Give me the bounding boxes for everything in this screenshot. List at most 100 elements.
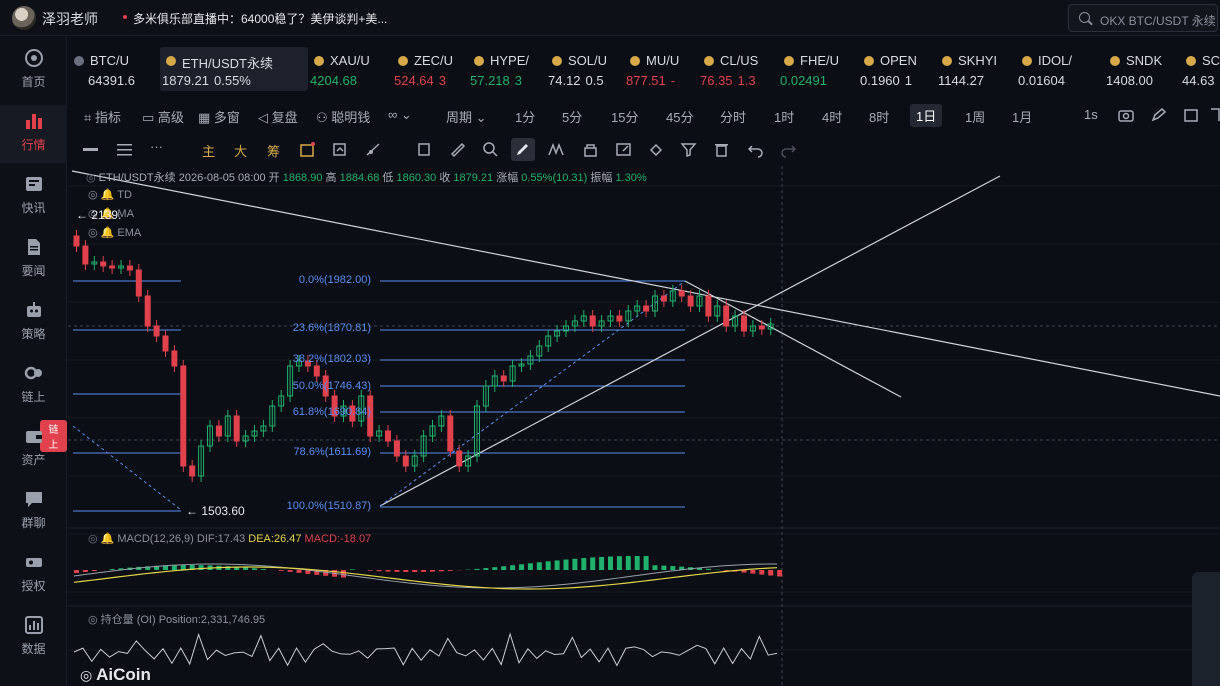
interval-button[interactable]: 1月 <box>1012 107 1032 126</box>
nav-item-headlines[interactable]: 要闻 <box>0 231 67 289</box>
ticker-item[interactable]: BTC/U 64391.6 <box>68 47 156 91</box>
filter-icon[interactable] <box>680 141 697 158</box>
candle <box>189 465 196 477</box>
interval-button[interactable]: 45分 <box>666 107 693 126</box>
eye-icon[interactable]: ◎ <box>86 172 99 184</box>
ticker-item[interactable]: SOL/U 74.12 0.5 <box>546 47 622 91</box>
interval-button[interactable]: 1日 <box>910 104 943 127</box>
brush-icon[interactable] <box>511 138 535 161</box>
indicator-ema[interactable]: ◎ 🔔 EMA <box>88 226 141 239</box>
macd-bar <box>74 570 79 573</box>
news-ticker[interactable]: 多米俱乐部直播中：64000稳了？美伊谈判+美... <box>133 10 387 27</box>
advanced-button[interactable]: ▭ 高级 <box>142 107 184 126</box>
link-icon[interactable] <box>648 141 665 158</box>
interval-button[interactable]: 分时 <box>720 107 746 126</box>
draw-line-icon[interactable] <box>82 141 99 158</box>
macd-legend: ◎ 🔔 MACD(12,26,9) DIF:17.43 DEA:26.47 MA… <box>88 533 372 545</box>
period-dropdown[interactable]: 周期 ⌄ <box>446 107 487 126</box>
ticker-item[interactable]: SC 44.63 <box>1180 47 1220 91</box>
ticker-item[interactable]: SKHYI 1144.27 <box>936 47 1014 91</box>
interval-button[interactable]: 1时 <box>774 107 794 126</box>
infinity-icon[interactable]: ∞ ⌄ <box>388 107 412 123</box>
multiwindow-button[interactable]: ▦ 多窗 <box>198 107 240 126</box>
big-button[interactable]: 大 <box>234 141 247 160</box>
market-chart-icon <box>26 114 42 129</box>
indicators-button[interactable]: ⌗ 指标 <box>84 107 121 126</box>
ticker-price-value: 877.51 <box>626 73 666 88</box>
undo-icon[interactable] <box>747 141 764 158</box>
nav-item-groupchat[interactable]: 群聊 <box>0 483 67 541</box>
nav-item-authorize[interactable]: 授权 <box>0 546 67 604</box>
trend-tool-icon[interactable] <box>365 141 382 158</box>
candle <box>616 315 623 322</box>
more-icon[interactable]: ··· <box>150 139 163 154</box>
nav-label: 要闻 <box>21 264 46 278</box>
search-input[interactable]: OKX BTC/USDT 永续 <box>1100 12 1216 29</box>
refresh-rate[interactable]: 1s <box>1084 107 1098 122</box>
menu-icon[interactable] <box>116 141 133 158</box>
interval-button[interactable]: 1周 <box>965 107 985 126</box>
high-marker: ← 2139. <box>76 208 122 222</box>
candle <box>741 315 747 332</box>
ticker-item[interactable]: CL/US 76.35 1.3 <box>698 47 776 91</box>
ticker-price: 0.1960 1 <box>860 73 912 88</box>
candle <box>705 295 712 317</box>
ticker-item[interactable]: SNDK 1408.00 <box>1104 47 1178 91</box>
ticker-item[interactable]: MU/U 877.51- <box>624 47 696 91</box>
ticker-item[interactable]: HYPE/57.218 3 <box>468 47 544 91</box>
chips-button[interactable]: 筹 <box>267 141 280 160</box>
main-button[interactable]: 主 <box>202 141 215 160</box>
redo-icon[interactable] <box>780 141 797 158</box>
ticker-name: MU/U <box>646 53 680 68</box>
side-float-panel[interactable] <box>1192 572 1220 686</box>
note-icon[interactable] <box>615 141 632 158</box>
fib-level-label: 61.8%(1690.84) <box>292 406 371 418</box>
coin-icon <box>74 56 84 66</box>
ruler-icon[interactable] <box>449 141 466 158</box>
visibility-icon[interactable]: ◎ <box>88 614 101 626</box>
sync-icon[interactable] <box>331 141 348 158</box>
coin-icon <box>1022 56 1032 66</box>
ticker-item[interactable]: OPEN 0.1960 1 <box>858 47 934 91</box>
camera-icon[interactable] <box>1118 108 1134 122</box>
indicator-td[interactable]: ◎ 🔔 TD <box>88 188 132 201</box>
candle <box>589 315 596 327</box>
pencil-icon[interactable] <box>1151 108 1167 122</box>
ticker-item[interactable]: ZEC/U 524.64 3 <box>392 47 466 91</box>
smart-money-button[interactable]: ⚇ 聪明钱 <box>316 107 370 126</box>
username[interactable]: 泽羽老师 <box>42 9 98 29</box>
ticker-name: SNDK <box>1126 53 1163 68</box>
fullscreen-icon[interactable] <box>1210 108 1220 122</box>
nav-item-flash[interactable]: 快讯 <box>0 168 67 226</box>
lock-icon[interactable] <box>582 141 599 158</box>
interval-button[interactable]: 15分 <box>611 107 638 126</box>
nav-item-assets[interactable]: 链上 资产 <box>0 420 67 478</box>
ticker-item[interactable]: ETH/USDT永续 1879.21 0.55% <box>160 47 308 91</box>
avatar[interactable] <box>12 6 36 30</box>
popout-icon[interactable] <box>1184 108 1200 122</box>
ticker-item[interactable]: FHE/U 0.02491 <box>778 47 856 91</box>
coin-icon <box>864 56 874 66</box>
interval-button[interactable]: 1分 <box>515 107 535 126</box>
macd-bar <box>109 569 115 570</box>
interval-button[interactable]: 5分 <box>562 107 582 126</box>
copy-icon[interactable] <box>416 141 433 158</box>
edit-chart-icon[interactable] <box>299 141 316 158</box>
nav-item-onchain[interactable]: 链上 <box>0 357 67 415</box>
ticker-item[interactable]: IDOL/0.01604 <box>1016 47 1102 91</box>
visibility-icon[interactable]: ◎ 🔔 <box>88 533 114 545</box>
nav-item-data[interactable]: 数据 <box>0 609 67 667</box>
nav-label: 首页 <box>21 75 46 89</box>
search-box[interactable]: OKX BTC/USDT 永续 <box>1068 4 1218 32</box>
trash-icon[interactable] <box>713 141 730 158</box>
nav-item-strategy[interactable]: 策略 <box>0 294 67 352</box>
interval-button[interactable]: 8时 <box>869 107 889 126</box>
ticker-item[interactable]: XAU/U 4204.68 <box>308 47 388 91</box>
nav-item-home[interactable]: 首页 <box>0 42 67 100</box>
replay-button[interactable]: ◁ 复盘 <box>258 107 298 126</box>
pattern-icon[interactable] <box>548 141 565 158</box>
zoom-icon[interactable] <box>482 141 499 158</box>
price-chart[interactable] <box>68 166 1220 686</box>
nav-item-market[interactable]: 行情 <box>0 105 67 163</box>
interval-button[interactable]: 4时 <box>822 107 842 126</box>
